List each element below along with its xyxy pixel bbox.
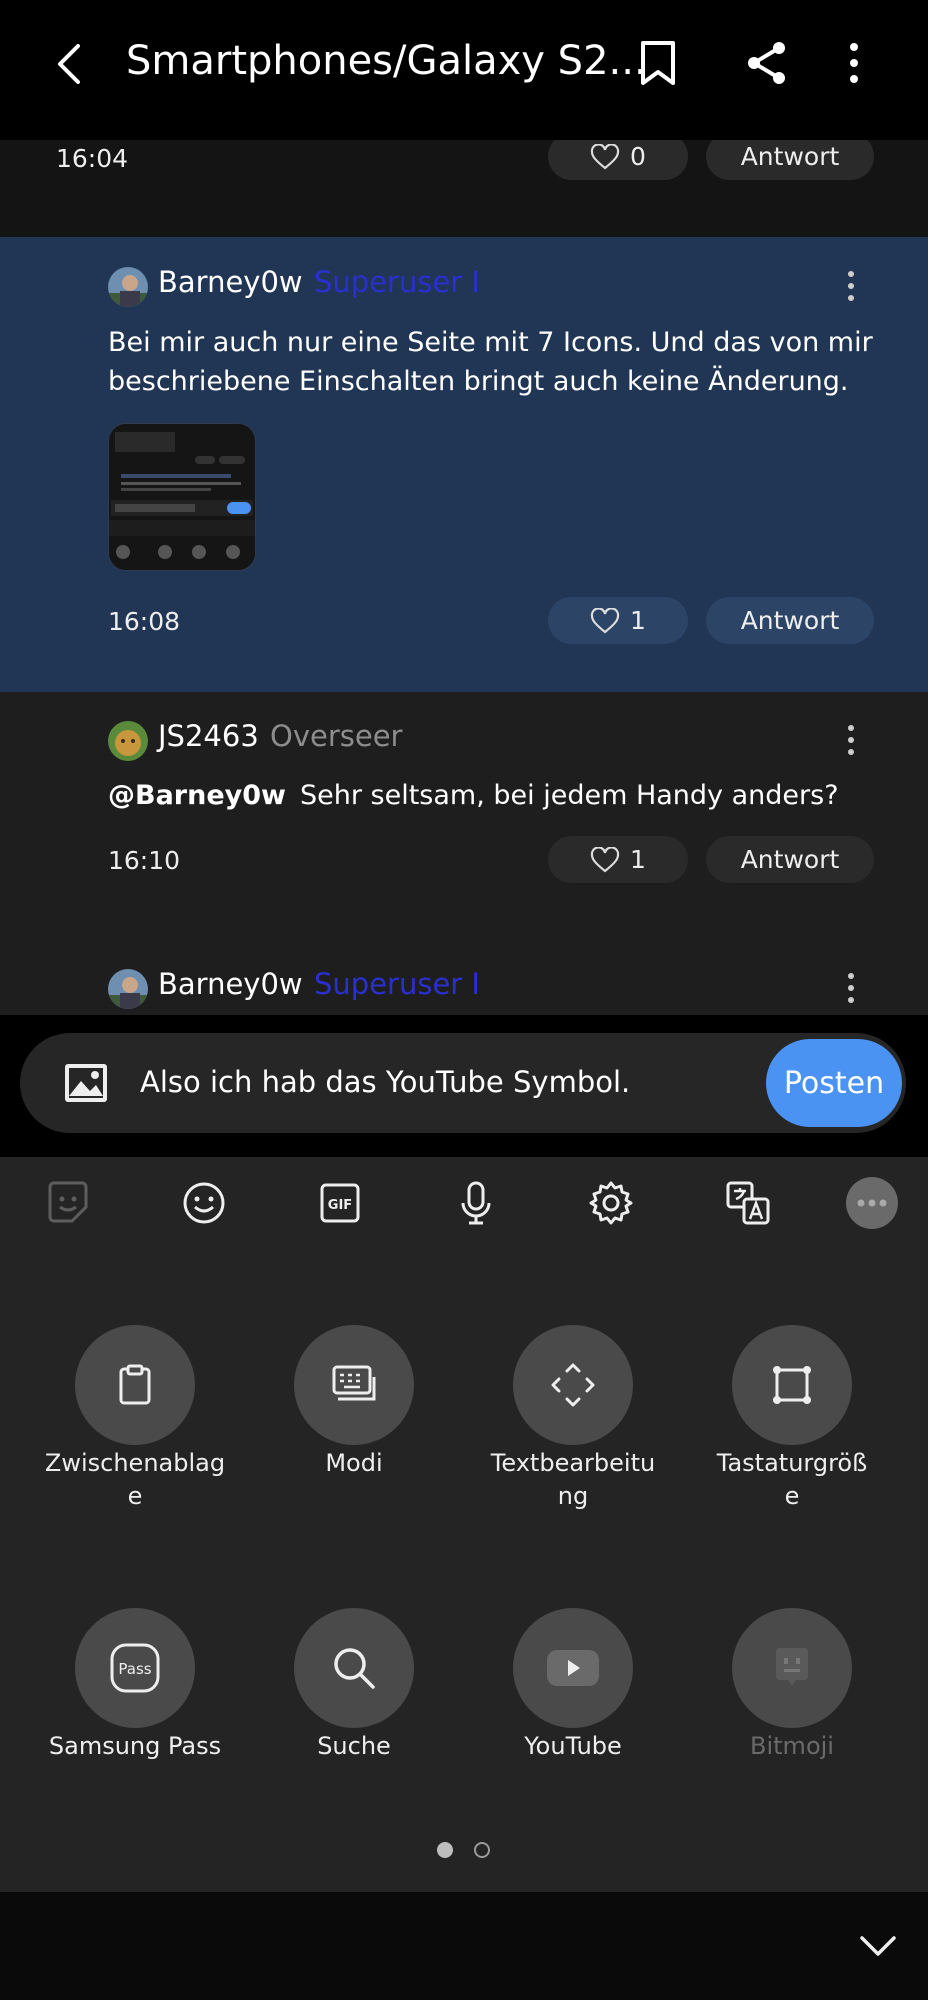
username[interactable]: Barney0w <box>158 967 303 1001</box>
gif-icon-label: GIF <box>328 1198 352 1213</box>
more-vertical-icon[interactable] <box>848 42 860 84</box>
sticker-icon[interactable] <box>44 1179 92 1227</box>
page-indicator-active <box>437 1842 453 1858</box>
user-rank: Overseer <box>270 719 403 753</box>
username[interactable]: JS2463 <box>158 719 259 753</box>
like-button[interactable]: 0 <box>548 140 688 180</box>
highlighted-post: Barney0w Superuser I Bei mir auch nur ei… <box>0 237 928 692</box>
post-text: Sehr seltsam, bei jedem Handy anders? <box>299 780 839 811</box>
tool-label-clipboard: Zwischenablag e <box>44 1449 226 1510</box>
post-more-icon[interactable] <box>848 725 856 761</box>
user-mention[interactable]: @Barney0w <box>108 780 286 811</box>
post-more-icon[interactable] <box>848 271 856 307</box>
post-button[interactable]: Posten <box>766 1039 902 1127</box>
heart-icon <box>590 143 620 169</box>
text-editing-icon[interactable] <box>513 1325 633 1445</box>
compose-bar: Also ich hab das YouTube Symbol. Posten <box>0 1015 928 1157</box>
avatar[interactable] <box>108 969 148 1009</box>
gif-icon[interactable]: GIF <box>316 1179 364 1227</box>
reply-input-text[interactable]: Also ich hab das YouTube Symbol. <box>140 1065 630 1099</box>
samsung-pass-icon[interactable]: Pass <box>75 1608 195 1728</box>
avatar[interactable] <box>108 721 148 761</box>
post-text: Bei mir auch nur eine Seite mit 7 Icons.… <box>108 327 873 397</box>
youtube-icon[interactable] <box>513 1608 633 1728</box>
like-count: 1 <box>630 606 646 635</box>
back-icon[interactable] <box>50 42 90 86</box>
tool-label-modes: Modi <box>325 1449 383 1477</box>
hide-keyboard-icon[interactable] <box>858 1934 898 1962</box>
clipboard-icon[interactable] <box>75 1325 195 1445</box>
bookmark-icon[interactable] <box>638 40 678 86</box>
image-icon[interactable] <box>64 1063 108 1103</box>
post-more-icon[interactable] <box>848 973 856 1009</box>
user-rank: Superuser I <box>314 967 480 1001</box>
microphone-icon[interactable] <box>452 1179 500 1227</box>
navigation-bar <box>0 1892 928 2000</box>
post-text-line: @Barney0w Sehr seltsam, bei jedem Handy a… <box>108 776 839 815</box>
page-title: Smartphones/Galaxy S2... <box>126 38 647 84</box>
like-button[interactable]: 1 <box>548 597 688 644</box>
keyboard-modes-icon[interactable] <box>294 1325 414 1445</box>
emoji-icon[interactable] <box>180 1179 228 1227</box>
tool-label-search: Suche <box>317 1732 391 1760</box>
post-time: 16:10 <box>108 846 181 875</box>
settings-icon[interactable] <box>587 1179 635 1227</box>
bitmoji-icon[interactable] <box>732 1608 852 1728</box>
reply-button[interactable]: Antwort <box>706 597 874 644</box>
keyboard-panel: GIF Zwischenablag e Modi Textbearbeitu ng … <box>0 1157 928 1892</box>
attached-screenshot-thumbnail[interactable] <box>108 423 256 571</box>
like-button[interactable]: 1 <box>548 836 688 883</box>
avatar[interactable] <box>108 267 148 307</box>
like-count: 0 <box>630 142 646 171</box>
tool-label-samsung-pass: Samsung Pass <box>48 1732 222 1760</box>
tool-label-keyboard-size: Tastaturgröß e <box>716 1449 868 1510</box>
reply-input[interactable]: Also ich hab das YouTube Symbol. Posten <box>20 1033 906 1133</box>
tool-label-bitmoji: Bitmoji <box>750 1732 834 1760</box>
user-rank: Superuser I <box>314 265 480 299</box>
more-horizontal-icon[interactable] <box>846 1177 898 1229</box>
tool-label-text-editing: Textbearbeitu ng <box>490 1449 656 1510</box>
reply-button[interactable]: Antwort <box>706 836 874 883</box>
username[interactable]: Barney0w <box>158 265 303 299</box>
samsung-pass-glyph: Pass <box>118 1660 151 1678</box>
app-bar: Smartphones/Galaxy S2... <box>0 0 928 140</box>
heart-icon <box>590 846 620 872</box>
page-indicator[interactable] <box>474 1842 490 1858</box>
search-icon[interactable] <box>294 1608 414 1728</box>
reply-button[interactable]: Antwort <box>706 140 874 180</box>
keyboard-size-icon[interactable] <box>732 1325 852 1445</box>
tool-label-youtube: YouTube <box>524 1732 622 1760</box>
post-time: 16:08 <box>108 607 181 636</box>
like-count: 1 <box>630 845 646 874</box>
comment-feed[interactable]: 16:04 0 Antwort Barney0w Superuser I Bei… <box>0 140 928 1015</box>
translate-icon[interactable] <box>724 1179 772 1227</box>
heart-icon <box>590 607 620 633</box>
post-time: 16:04 <box>56 144 129 173</box>
share-icon[interactable] <box>745 40 789 86</box>
